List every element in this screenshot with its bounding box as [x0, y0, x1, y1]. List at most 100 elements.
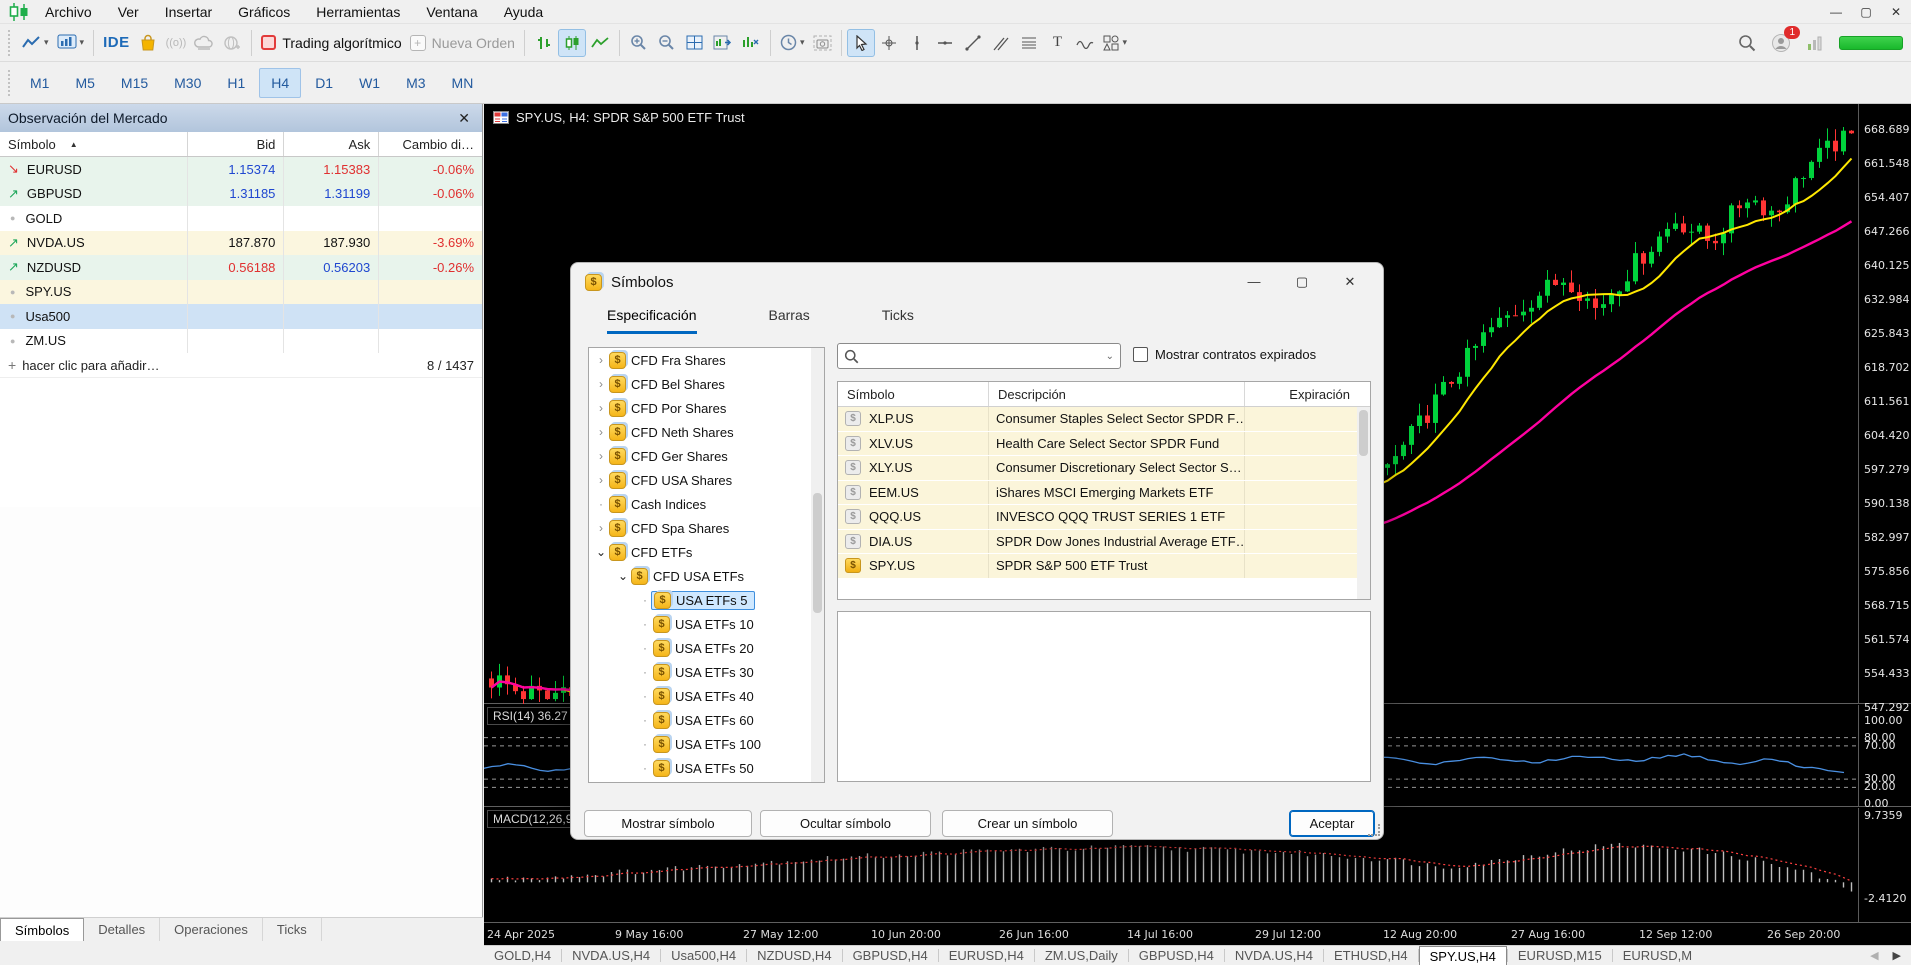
market-watch-row[interactable]: ↗NVDA.US187.870187.930-3.69% [0, 231, 482, 256]
timeframe-drag-handle[interactable] [8, 70, 13, 96]
market-watch-row[interactable]: ●ZM.US [0, 329, 482, 354]
symbols-column-symbol[interactable]: Símbolo [838, 382, 989, 406]
text-tool-button[interactable]: T [1043, 29, 1071, 57]
one-click-trading-icon[interactable] [493, 111, 509, 124]
timeframe-w1[interactable]: W1 [347, 68, 392, 98]
timeframe-m30[interactable]: M30 [162, 68, 213, 98]
menu-herramientas[interactable]: Herramientas [303, 0, 413, 24]
symbols-column-description[interactable]: Descripción [989, 382, 1245, 406]
column-header-bid[interactable]: Bid [188, 132, 285, 156]
tree-item[interactable]: ›$CFD Spa Shares [589, 516, 824, 540]
dialog-minimize-button[interactable]: — [1243, 274, 1265, 290]
window-maximize-button[interactable]: ▢ [1851, 0, 1881, 24]
candles-mode-button[interactable] [558, 29, 586, 57]
panel-tab-detalles[interactable]: Detalles [84, 918, 160, 941]
menu-ventana[interactable]: Ventana [413, 0, 490, 24]
symbol-table-row[interactable]: $XLP.USConsumer Staples Select Sector SP… [838, 407, 1370, 432]
zoom-out-button[interactable] [653, 29, 681, 57]
tree-item[interactable]: ⌄$CFD ETFs [589, 540, 824, 564]
table-scrollbar-thumb[interactable] [1359, 410, 1368, 456]
chart-tab[interactable]: GBPUSD,H4 [843, 946, 938, 965]
chart-tab[interactable]: Usa500,H4 [661, 946, 746, 965]
time-axis[interactable]: 24 Apr 20259 May 16:0027 May 12:0010 Jun… [484, 924, 1911, 945]
screenshot-button[interactable] [808, 29, 836, 57]
zoom-in-button[interactable] [625, 29, 653, 57]
symbol-table-row[interactable]: $SPY.USSPDR S&P 500 ETF Trust [838, 554, 1370, 579]
vertical-line-tool-button[interactable] [903, 29, 931, 57]
symbol-table-row[interactable]: $QQQ.USINVESCO QQQ TRUST SERIES 1 ETF [838, 505, 1370, 530]
timeframe-h4[interactable]: H4 [259, 68, 301, 98]
tree-item[interactable]: ·$USA ETFs 20 [589, 636, 824, 660]
column-header-ask[interactable]: Ask [284, 132, 379, 156]
tree-item[interactable]: ›$CFD Neth Shares [589, 420, 824, 444]
signals-button[interactable]: ((o)) [162, 29, 191, 57]
market-button[interactable] [134, 29, 162, 57]
chart-tab[interactable]: ETHUSD,H4 [1324, 946, 1418, 965]
chart-tab[interactable]: EURUSD,H4 [939, 946, 1034, 965]
tab-scroll-left-icon[interactable]: ◀ [1870, 949, 1878, 962]
window-close-button[interactable]: ✕ [1881, 0, 1911, 24]
market-watch-close-icon[interactable]: ✕ [454, 110, 474, 127]
channel-tool-button[interactable] [987, 29, 1015, 57]
chart-tab[interactable]: EURUSD,M15 [1508, 946, 1612, 965]
period-clock-button[interactable]: ▾ [776, 29, 809, 57]
chart-tab[interactable]: GOLD,H4 [484, 946, 561, 965]
timeframe-h1[interactable]: H1 [215, 68, 257, 98]
menu-ayuda[interactable]: Ayuda [491, 0, 556, 24]
menu-gráficos[interactable]: Gráficos [225, 0, 303, 24]
tree-item[interactable]: ›$CFD Fra Shares [589, 348, 824, 372]
symbol-table-row[interactable]: $EEM.USiShares MSCI Emerging Markets ETF [838, 481, 1370, 506]
dialog-tab-barras[interactable]: Barras [769, 307, 810, 334]
table-scrollbar[interactable] [1357, 407, 1370, 599]
menu-ver[interactable]: Ver [105, 0, 152, 24]
symbols-column-expiration[interactable]: Expiración [1245, 382, 1359, 406]
tree-item[interactable]: ·$USA ETFs 5 [589, 588, 824, 612]
timeframe-m5[interactable]: M5 [63, 68, 106, 98]
cursor-tool-button[interactable] [847, 29, 875, 57]
tree-item[interactable]: ·$USA ETFs 10 [589, 612, 824, 636]
chart-tab[interactable]: GBPUSD,H4 [1129, 946, 1224, 965]
search-button[interactable] [1733, 29, 1761, 57]
tree-item[interactable]: ·$USA ETFs 30 [589, 660, 824, 684]
market-watch-row[interactable]: ↗GBPUSD1.311851.31199-0.06% [0, 182, 482, 207]
timeframe-m1[interactable]: M1 [18, 68, 61, 98]
trendline-tool-button[interactable] [959, 29, 987, 57]
market-watch-row[interactable]: ●Usa500 [0, 304, 482, 329]
tree-item[interactable]: ›$CFD Ger Shares [589, 444, 824, 468]
market-watch-row[interactable]: ↗NZDUSD0.561880.56203-0.26% [0, 255, 482, 280]
market-watch-row[interactable]: ↘EURUSD1.153741.15383-0.06% [0, 157, 482, 182]
tree-item[interactable]: ⌄$CFD USA ETFs [589, 564, 824, 588]
dialog-titlebar[interactable]: $ Símbolos — ▢ ✕ [571, 263, 1383, 301]
symbol-table-row[interactable]: $DIA.USSPDR Dow Jones Industrial Average… [838, 530, 1370, 555]
crosshair-tool-button[interactable] [875, 29, 903, 57]
dialog-close-button[interactable]: ✕ [1339, 274, 1361, 290]
chart-shift-button[interactable] [709, 29, 737, 57]
market-watch-row[interactable]: ●GOLD [0, 206, 482, 231]
symbol-search-input[interactable]: ⌄ [837, 343, 1121, 369]
symbol-table-row[interactable]: $XLY.USConsumer Discretionary Select Sec… [838, 456, 1370, 481]
tree-item[interactable]: ›$CFD Bel Shares [589, 372, 824, 396]
search-dropdown-icon[interactable]: ⌄ [1106, 351, 1114, 362]
chart-type-button[interactable]: ▾ [17, 29, 53, 57]
tree-item[interactable]: ·$USA ETFs 60 [589, 708, 824, 732]
chart-tab[interactable]: NVDA.US,H4 [1225, 946, 1323, 965]
dialog-resize-grip[interactable] [1368, 824, 1380, 836]
timeframe-m15[interactable]: M15 [109, 68, 160, 98]
objects-tool-button[interactable]: ▾ [1099, 29, 1131, 57]
dialog-tab-especificación[interactable]: Especificación [607, 307, 697, 334]
dialog-tab-ticks[interactable]: Ticks [882, 307, 914, 334]
vps-cloud-button[interactable] [190, 29, 218, 57]
tab-scroll-right-icon[interactable]: ▶ [1893, 949, 1901, 962]
tree-item[interactable]: ›$CFD USA Shares [589, 468, 824, 492]
chart-tab[interactable]: NZDUSD,H4 [747, 946, 841, 965]
chart-tab[interactable]: ZM.US,Daily [1035, 946, 1128, 965]
chart-tab[interactable]: EURUSD,M [1613, 946, 1702, 965]
tree-item[interactable]: ·$USA ETFs 50 [589, 756, 824, 780]
price-axis[interactable]: 668.689661.548654.407647.266640.125632.9… [1858, 104, 1911, 703]
chart-tab[interactable]: NVDA.US,H4 [562, 946, 660, 965]
tree-item[interactable]: ·$Cash Indices [589, 492, 824, 516]
line-mode-button[interactable] [586, 29, 614, 57]
panel-tab-operaciones[interactable]: Operaciones [160, 918, 263, 941]
waves-tool-button[interactable] [1071, 29, 1099, 57]
show-expired-checkbox[interactable]: Mostrar contratos expirados [1133, 347, 1316, 362]
